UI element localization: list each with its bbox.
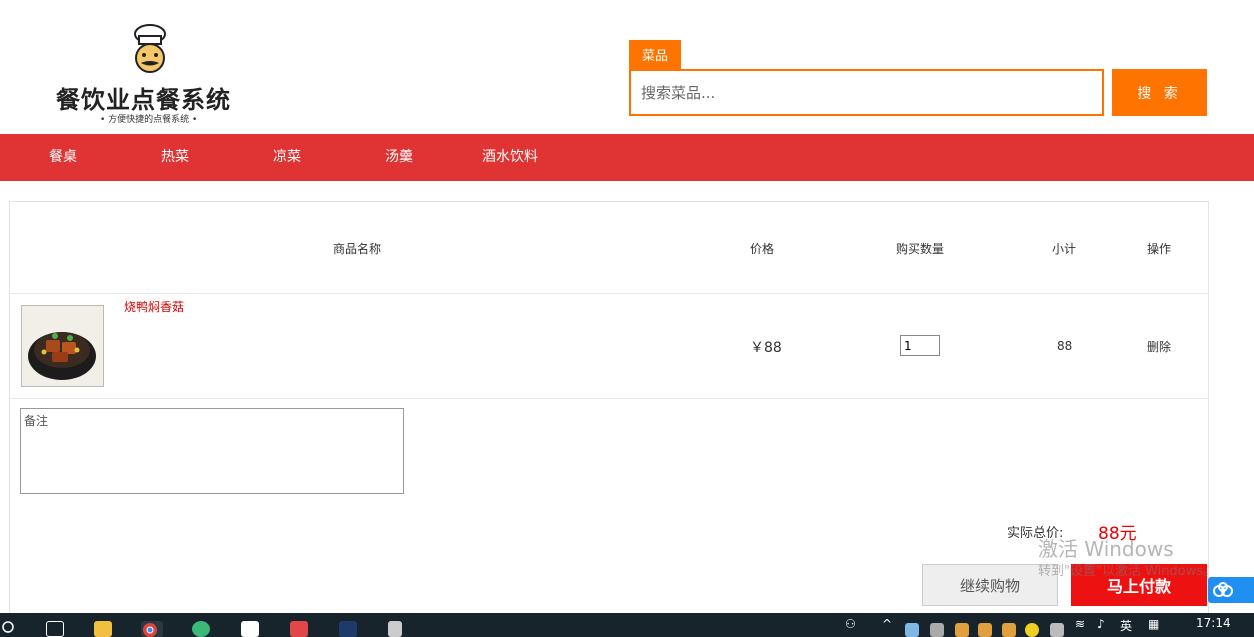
chef-mascot-icon	[134, 24, 166, 73]
activation-watermark-text: 转到"设置"以激活 Windows。	[1038, 564, 1217, 579]
input-mode-icon[interactable]: ▦	[1148, 617, 1159, 631]
column-header-action: 操作	[1147, 242, 1172, 256]
divider	[10, 293, 1208, 294]
chevron-up-icon[interactable]: ^	[882, 617, 892, 631]
nav-item-cold-dishes[interactable]: 凉菜	[273, 134, 301, 181]
search-icon[interactable]	[2, 621, 16, 635]
tray-app-icon[interactable]	[1002, 623, 1016, 637]
windows-taskbar: ⚇ ^ ≋ ♪ 英 ▦ 17:14	[0, 613, 1254, 637]
activation-watermark-title: 激活 Windows	[1038, 537, 1174, 561]
dish-image-icon	[22, 306, 103, 386]
clock[interactable]: 17:14	[1196, 616, 1231, 630]
quantity-input[interactable]	[900, 335, 940, 356]
search-input[interactable]	[641, 83, 1102, 102]
column-header-product: 商品名称	[333, 242, 382, 256]
cloud-icon	[1213, 582, 1233, 597]
task-view-icon[interactable]	[46, 621, 64, 637]
app-icon[interactable]	[339, 621, 357, 637]
note-textarea[interactable]	[20, 408, 404, 494]
input-language-indicator[interactable]: 英	[1120, 617, 1132, 634]
file-explorer-icon[interactable]	[94, 621, 112, 637]
logo[interactable]: 餐饮业点餐系统 • 方便快捷的点餐系统 •	[40, 14, 270, 134]
app-icon[interactable]	[241, 621, 259, 637]
speaker-muted-icon[interactable]: ♪	[1097, 617, 1105, 631]
nav-item-drinks[interactable]: 酒水饮料	[482, 134, 538, 181]
column-header-quantity: 购买数量	[896, 242, 945, 256]
chrome-icon	[143, 623, 157, 637]
nav-item-tables[interactable]: 餐桌	[49, 134, 77, 181]
dish-thumbnail[interactable]	[21, 305, 104, 387]
nav-item-hot-dishes[interactable]: 热菜	[161, 134, 189, 181]
cart-table: 商品名称 价格 购买数量 小计 操作 烧鸭焖香菇 ￥88 88 删除 实际总价:…	[9, 201, 1209, 621]
search-box	[629, 69, 1104, 116]
item-subtotal: 88	[1057, 339, 1073, 353]
column-header-subtotal: 小计	[1052, 242, 1077, 256]
logo-subtitle: • 方便快捷的点餐系统 •	[100, 115, 198, 125]
tray-app-icon[interactable]	[1025, 623, 1039, 637]
dish-name-link[interactable]: 烧鸭焖香菇	[124, 298, 184, 315]
logo-title: 餐饮业点餐系统	[56, 86, 231, 114]
app-icon[interactable]	[290, 621, 308, 637]
delete-link[interactable]: 删除	[1147, 338, 1171, 355]
side-float-widget[interactable]	[1208, 577, 1254, 603]
people-icon[interactable]: ⚇	[845, 617, 856, 631]
app-icon[interactable]	[192, 621, 210, 637]
tray-app-icon[interactable]	[905, 623, 919, 637]
wifi-icon[interactable]: ≋	[1075, 617, 1085, 631]
tray-app-icon[interactable]	[955, 623, 969, 637]
divider	[10, 398, 1208, 399]
nav-item-soups[interactable]: 汤羹	[385, 134, 413, 181]
category-nav: 餐桌 热菜 凉菜 汤羹 酒水饮料	[0, 134, 1254, 181]
app-icon[interactable]	[388, 621, 402, 637]
tray-app-icon[interactable]	[930, 623, 944, 637]
search-category-tab[interactable]: 菜品	[629, 40, 681, 69]
search-button[interactable]: 搜 索	[1112, 69, 1207, 116]
tray-app-icon[interactable]	[1050, 623, 1064, 637]
tray-app-icon[interactable]	[978, 623, 992, 637]
chrome-active-slot[interactable]	[141, 621, 163, 637]
column-header-price: 价格	[750, 242, 775, 256]
item-price: ￥88	[750, 340, 782, 356]
